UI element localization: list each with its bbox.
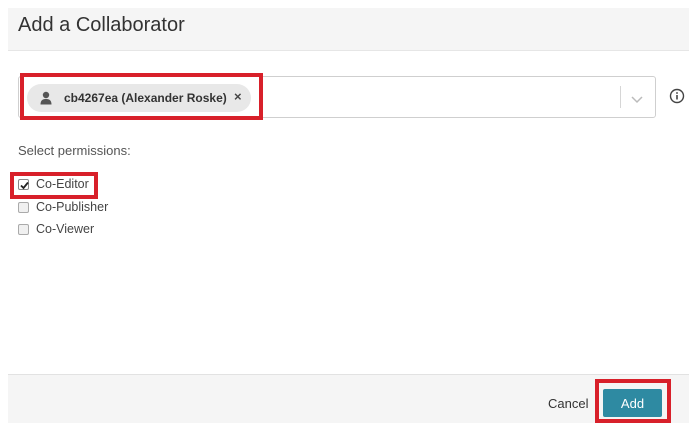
co-viewer-checkbox[interactable] (18, 224, 29, 235)
co-publisher-label: Co-Publisher (36, 200, 109, 214)
co-publisher-checkbox[interactable] (18, 202, 29, 213)
collaborator-chip-highlight (20, 73, 263, 120)
co-viewer-label: Co-Viewer (36, 222, 95, 236)
select-divider (620, 86, 621, 108)
dialog-title: Add a Collaborator (18, 14, 185, 36)
info-icon[interactable] (669, 88, 685, 104)
add-button-highlight (595, 379, 671, 423)
cancel-button[interactable]: Cancel (548, 396, 588, 411)
dialog-header: Add a Collaborator (8, 8, 689, 51)
permissions-label: Select permissions: (18, 143, 131, 158)
co-editor-highlight (10, 172, 98, 199)
chevron-down-icon[interactable] (630, 92, 644, 104)
